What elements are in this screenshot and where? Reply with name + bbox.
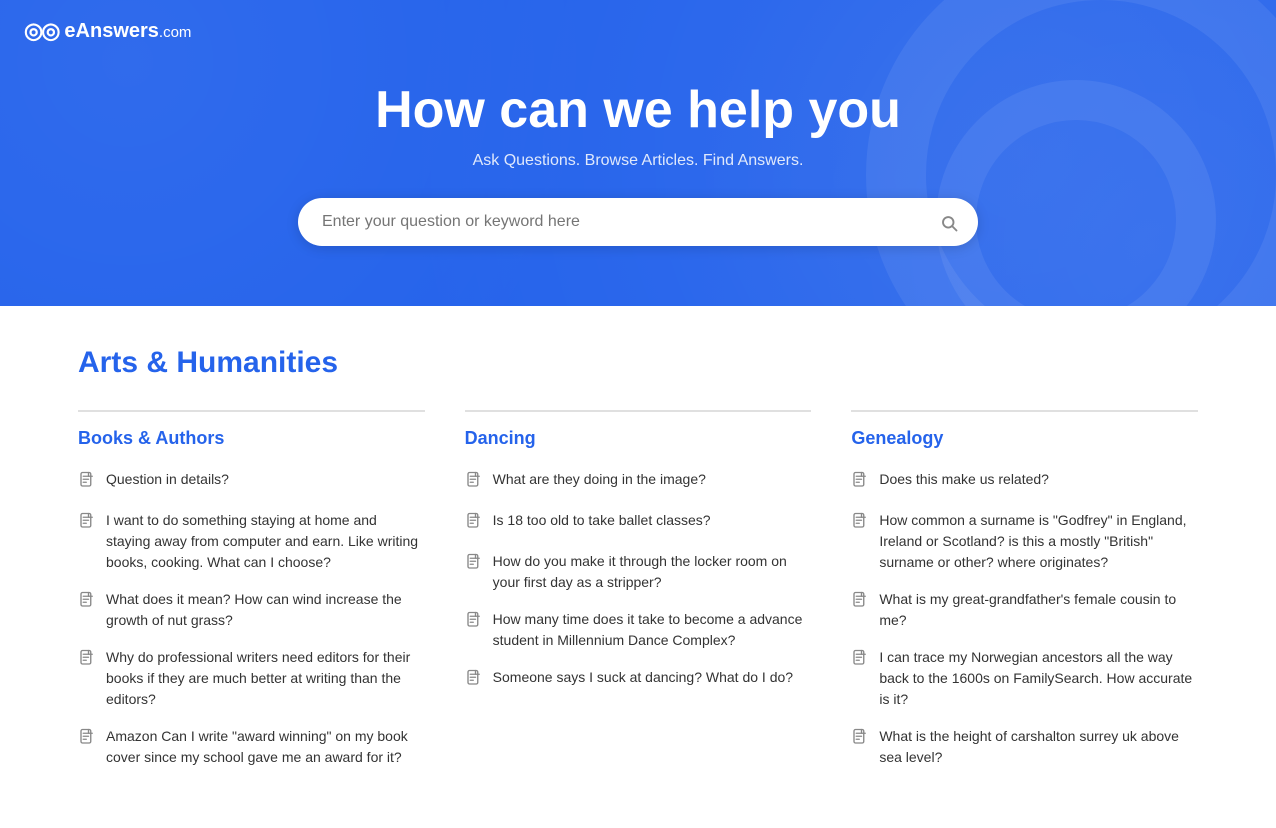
list-item[interactable]: Amazon Can I write "award winning" on my… — [78, 726, 425, 768]
question-text: How many time does it take to become a a… — [493, 609, 812, 651]
question-text: Question in details? — [106, 469, 229, 490]
document-icon — [78, 728, 96, 746]
question-text: Amazon Can I write "award winning" on my… — [106, 726, 425, 768]
list-item[interactable]: What does it mean? How can wind increase… — [78, 589, 425, 631]
search-bar — [298, 198, 978, 246]
category-col-genealogy: Genealogy Does this make us related? How c… — [851, 410, 1198, 768]
document-icon — [851, 649, 869, 667]
list-item[interactable]: What are they doing in the image? — [465, 469, 812, 494]
document-icon — [465, 553, 483, 571]
list-item[interactable]: Someone says I suck at dancing? What do … — [465, 667, 812, 692]
question-text: How do you make it through the locker ro… — [493, 551, 812, 593]
hero-title: How can we help you — [20, 80, 1256, 140]
document-icon — [465, 471, 483, 489]
search-button[interactable] — [936, 208, 962, 236]
category-title-genealogy: Genealogy — [851, 428, 1198, 449]
list-item[interactable]: How do you make it through the locker ro… — [465, 551, 812, 593]
question-icon — [78, 726, 96, 751]
question-text: I want to do something staying at home a… — [106, 510, 425, 573]
question-text: Does this make us related? — [879, 469, 1049, 490]
question-text: How common a surname is "Godfrey" in Eng… — [879, 510, 1198, 573]
document-icon — [78, 649, 96, 667]
question-text: What is my great-grandfather's female co… — [879, 589, 1198, 631]
question-icon — [78, 647, 96, 672]
logo-icon: ◎◎ — [24, 18, 58, 44]
document-icon — [78, 512, 96, 530]
document-icon — [851, 591, 869, 609]
logo-brand: eAnswers.com — [64, 20, 191, 43]
main-content: Arts & Humanities Books & Authors Questio… — [38, 306, 1238, 828]
list-item[interactable]: How many time does it take to become a a… — [465, 609, 812, 651]
search-input[interactable] — [322, 213, 936, 231]
question-icon — [851, 647, 869, 672]
category-col-books-authors: Books & Authors Question in details? I wan… — [78, 410, 425, 768]
hero-section: ◎◎ eAnswers.com How can we help you Ask … — [0, 0, 1276, 306]
categories-grid: Books & Authors Question in details? I wan… — [78, 410, 1198, 768]
question-text: What are they doing in the image? — [493, 469, 706, 490]
list-item[interactable]: Does this make us related? — [851, 469, 1198, 494]
list-item[interactable]: Question in details? — [78, 469, 425, 494]
question-icon — [465, 609, 483, 634]
document-icon — [465, 669, 483, 687]
question-icon — [465, 667, 483, 692]
question-text: Is 18 too old to take ballet classes? — [493, 510, 711, 531]
list-item[interactable]: How common a surname is "Godfrey" in Eng… — [851, 510, 1198, 573]
document-icon — [465, 611, 483, 629]
question-icon — [851, 726, 869, 751]
list-item[interactable]: What is the height of carshalton surrey … — [851, 726, 1198, 768]
question-icon — [851, 510, 869, 535]
question-text: Someone says I suck at dancing? What do … — [493, 667, 793, 688]
document-icon — [78, 591, 96, 609]
question-list-genealogy: Does this make us related? How common a s… — [851, 469, 1198, 768]
document-icon — [465, 512, 483, 530]
document-icon — [78, 471, 96, 489]
question-text: What is the height of carshalton surrey … — [879, 726, 1198, 768]
logo[interactable]: ◎◎ eAnswers.com — [24, 18, 191, 44]
list-item[interactable]: Is 18 too old to take ballet classes? — [465, 510, 812, 535]
question-icon — [465, 469, 483, 494]
question-list-books-authors: Question in details? I want to do somethi… — [78, 469, 425, 768]
question-icon — [465, 510, 483, 535]
question-list-dancing: What are they doing in the image? Is 18 t… — [465, 469, 812, 692]
section-title: Arts & Humanities — [78, 346, 1198, 380]
list-item[interactable]: I can trace my Norwegian ancestors all t… — [851, 647, 1198, 710]
document-icon — [851, 471, 869, 489]
question-text: I can trace my Norwegian ancestors all t… — [879, 647, 1198, 710]
category-title-books-authors: Books & Authors — [78, 428, 425, 449]
question-icon — [78, 469, 96, 494]
document-icon — [851, 728, 869, 746]
hero-subtitle: Ask Questions. Browse Articles. Find Ans… — [20, 152, 1256, 170]
list-item[interactable]: I want to do something staying at home a… — [78, 510, 425, 573]
question-text: Why do professional writers need editors… — [106, 647, 425, 710]
category-title-dancing: Dancing — [465, 428, 812, 449]
question-icon — [851, 589, 869, 614]
question-icon — [78, 510, 96, 535]
search-icon — [940, 214, 958, 232]
list-item[interactable]: Why do professional writers need editors… — [78, 647, 425, 710]
category-col-dancing: Dancing What are they doing in the image?… — [465, 410, 812, 768]
document-icon — [851, 512, 869, 530]
question-icon — [465, 551, 483, 576]
question-icon — [851, 469, 869, 494]
question-text: What does it mean? How can wind increase… — [106, 589, 425, 631]
list-item[interactable]: What is my great-grandfather's female co… — [851, 589, 1198, 631]
question-icon — [78, 589, 96, 614]
